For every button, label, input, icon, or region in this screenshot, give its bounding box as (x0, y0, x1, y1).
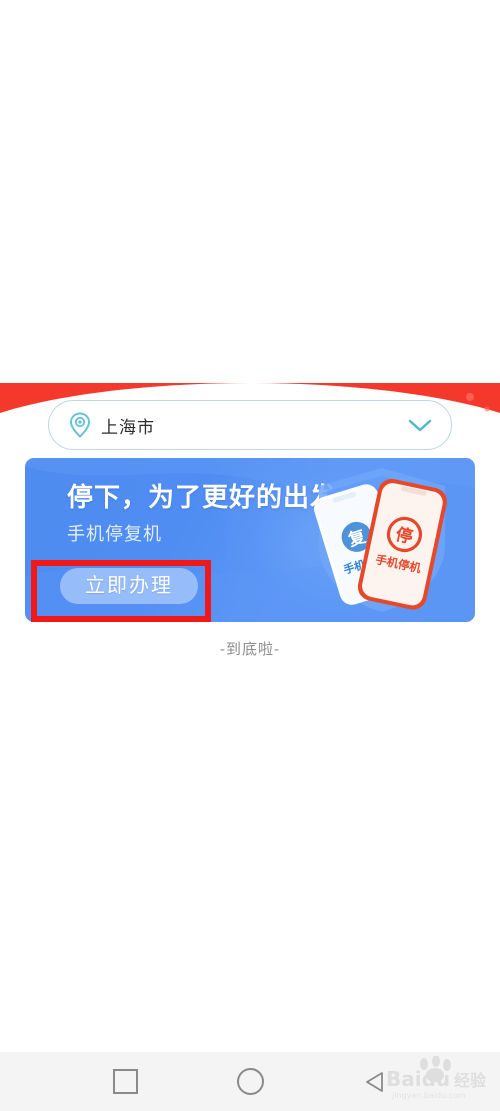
phones-shield-illustration: 复 手机复机 停 手机停机 (314, 468, 447, 612)
annotation-highlight-box (31, 560, 211, 622)
android-navigation-bar (0, 1052, 500, 1111)
location-pin-icon (70, 412, 90, 438)
city-selector[interactable]: 上海市 (48, 400, 452, 450)
app-screen: 上海市 停下，为了更好的出发 手机停复机 立即办理 复 停 手机停机 -到底啦-… (0, 0, 500, 1111)
banner-subtitle: 手机停复机 (67, 524, 162, 544)
triangle-back-icon (366, 1071, 383, 1092)
end-of-list-marker: -到底啦- (220, 641, 280, 658)
blank-scroll-area (0, 0, 500, 383)
nav-home-button[interactable] (190, 1052, 310, 1111)
city-name-label: 上海市 (101, 417, 155, 437)
nav-recents-button[interactable] (65, 1052, 185, 1111)
circle-home-icon (236, 1068, 264, 1095)
square-recents-icon (112, 1069, 138, 1094)
nav-back-button[interactable] (315, 1052, 435, 1111)
chevron-down-icon[interactable] (407, 417, 433, 433)
